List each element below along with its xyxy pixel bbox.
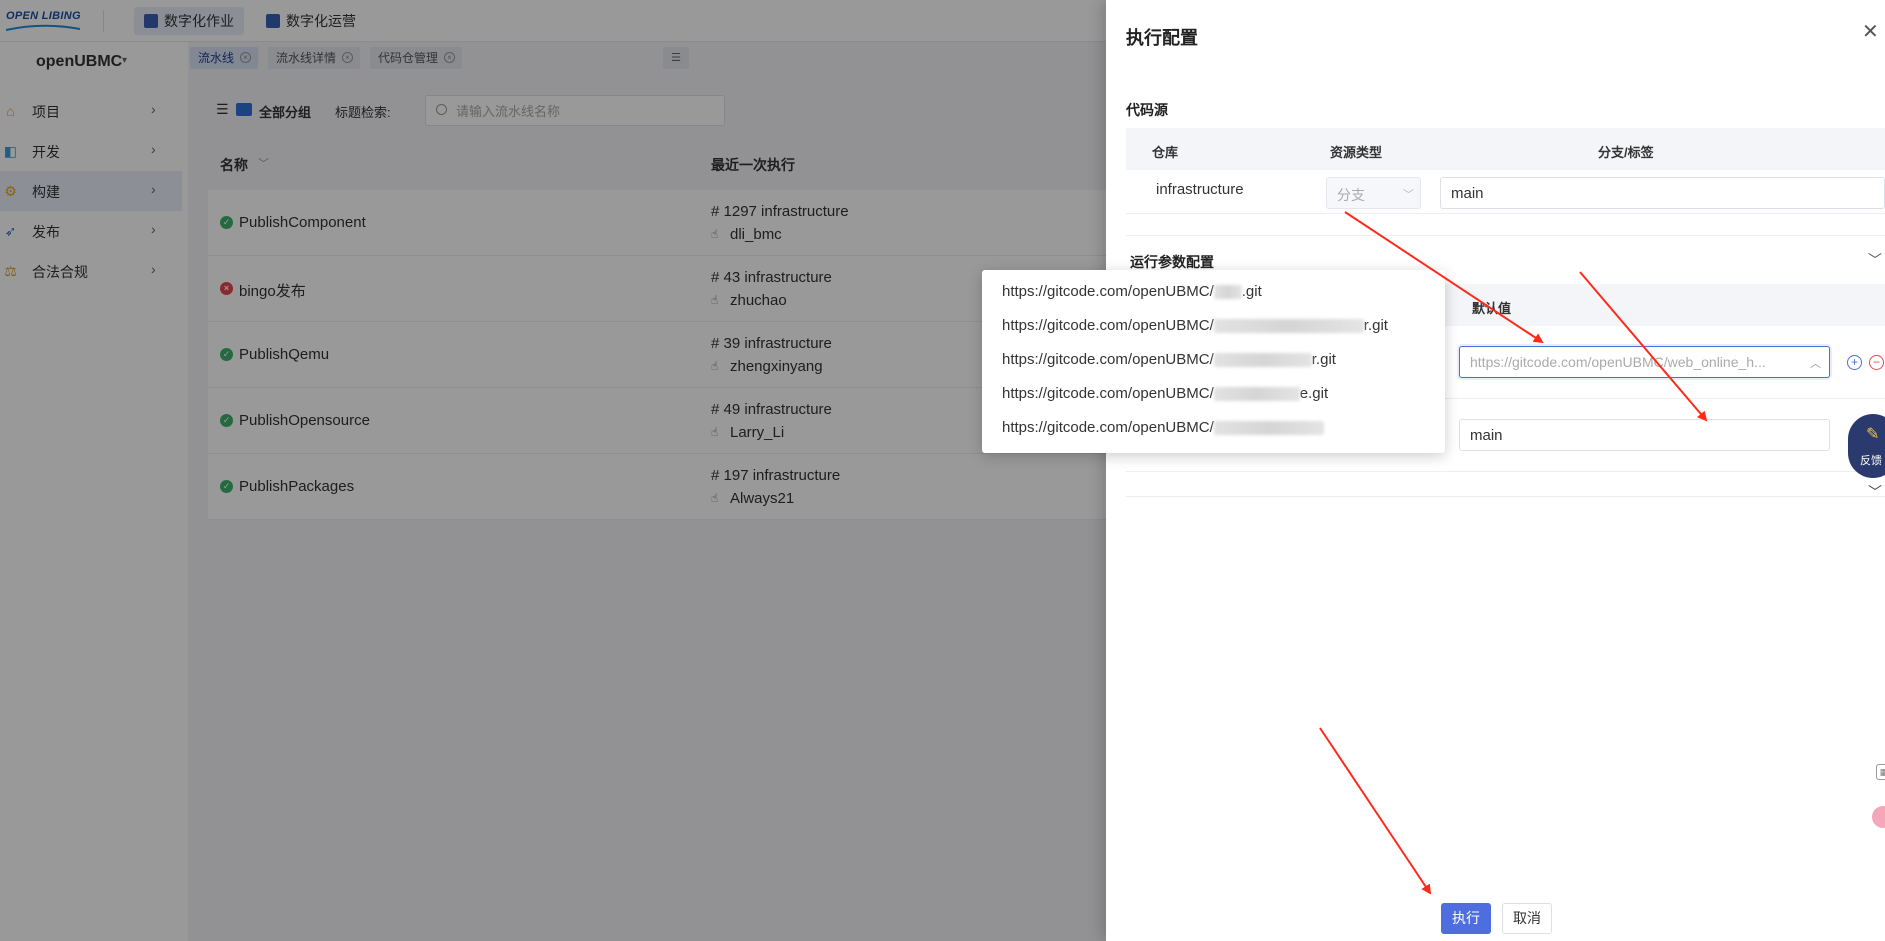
dropdown-option[interactable]: https://gitcode.com/openUBMC/ .git: [1002, 283, 1262, 300]
divider: [1126, 235, 1885, 236]
remove-param-button[interactable]: −: [1869, 355, 1884, 370]
column-header-type: 资源类型: [1330, 145, 1383, 160]
option-suffix: r.git: [1363, 317, 1388, 334]
resource-type-select[interactable]: 分支 ﹀: [1326, 177, 1421, 209]
assistant-avatar-icon[interactable]: [1872, 806, 1885, 828]
close-icon[interactable]: ✕: [1862, 22, 1879, 42]
run-params-title: 运行参数配置: [1130, 254, 1214, 270]
redacted-text: [1213, 387, 1300, 402]
option-prefix: https://gitcode.com/openUBMC/: [1002, 317, 1214, 334]
column-header-branch: 分支/标签: [1598, 145, 1654, 160]
param-branch-value: main: [1470, 427, 1503, 444]
option-prefix: https://gitcode.com/openUBMC/: [1002, 385, 1214, 402]
resource-type-value: 分支: [1337, 187, 1365, 203]
branch-value: main: [1451, 185, 1484, 202]
dropdown-option[interactable]: https://gitcode.com/openUBMC/: [1002, 419, 1324, 436]
dropdown-option[interactable]: https://gitcode.com/openUBMC/r.git: [1002, 317, 1388, 334]
execution-config-drawer: 执行配置 ✕ 代码源 仓库 资源类型 分支/标签 infrastructure …: [1106, 0, 1885, 941]
feedback-button[interactable]: ✎ 反馈: [1848, 414, 1885, 478]
column-header-repo: 仓库: [1152, 145, 1179, 160]
option-prefix: https://gitcode.com/openUBMC/: [1002, 419, 1214, 436]
branch-input[interactable]: main: [1440, 177, 1885, 209]
divider: [1126, 496, 1885, 497]
chevron-down-icon[interactable]: ﹀: [1868, 250, 1882, 270]
dropdown-option[interactable]: https://gitcode.com/openUBMC/e.git: [1002, 385, 1328, 402]
code-source-row: infrastructure 分支 ﹀ main: [1126, 170, 1885, 214]
code-source-header: 仓库 资源类型 分支/标签: [1126, 128, 1885, 170]
param-branch-input[interactable]: main: [1459, 419, 1830, 451]
repo-url-select[interactable]: https://gitcode.com/openUBMC/web_online_…: [1459, 346, 1830, 378]
feedback-label: 反馈: [1860, 455, 1882, 467]
add-param-button[interactable]: +: [1847, 355, 1862, 370]
redacted-text: [1213, 319, 1364, 334]
option-prefix: https://gitcode.com/openUBMC/: [1002, 351, 1214, 368]
divider: [1126, 471, 1885, 472]
column-header-default: 默认值: [1472, 301, 1512, 316]
pencil-icon: ✎: [1866, 426, 1880, 443]
cancel-button[interactable]: 取消: [1502, 903, 1552, 934]
redacted-text: [1213, 285, 1242, 300]
run-button[interactable]: 执行: [1441, 903, 1491, 934]
option-suffix: .git: [1241, 283, 1262, 300]
chevron-up-icon: ︿: [1810, 358, 1821, 370]
redacted-text: [1213, 421, 1324, 436]
chevron-down-icon[interactable]: ﹀: [1868, 482, 1882, 502]
repo-url-dropdown: https://gitcode.com/openUBMC/ .git https:…: [982, 270, 1445, 453]
redacted-text: [1213, 353, 1312, 368]
option-prefix: https://gitcode.com/openUBMC/: [1002, 283, 1214, 300]
repo-url-value: https://gitcode.com/openUBMC/web_online_…: [1470, 354, 1766, 370]
grid-icon[interactable]: ▦: [1876, 764, 1885, 780]
code-source-title: 代码源: [1126, 102, 1168, 118]
drawer-title: 执行配置: [1126, 28, 1198, 48]
option-suffix: e.git: [1299, 385, 1329, 402]
chevron-down-icon: ﹀: [1403, 189, 1414, 201]
dropdown-option[interactable]: https://gitcode.com/openUBMC/r.git: [1002, 351, 1336, 368]
repo-name: infrastructure: [1156, 181, 1244, 198]
option-suffix: r.git: [1311, 351, 1336, 368]
